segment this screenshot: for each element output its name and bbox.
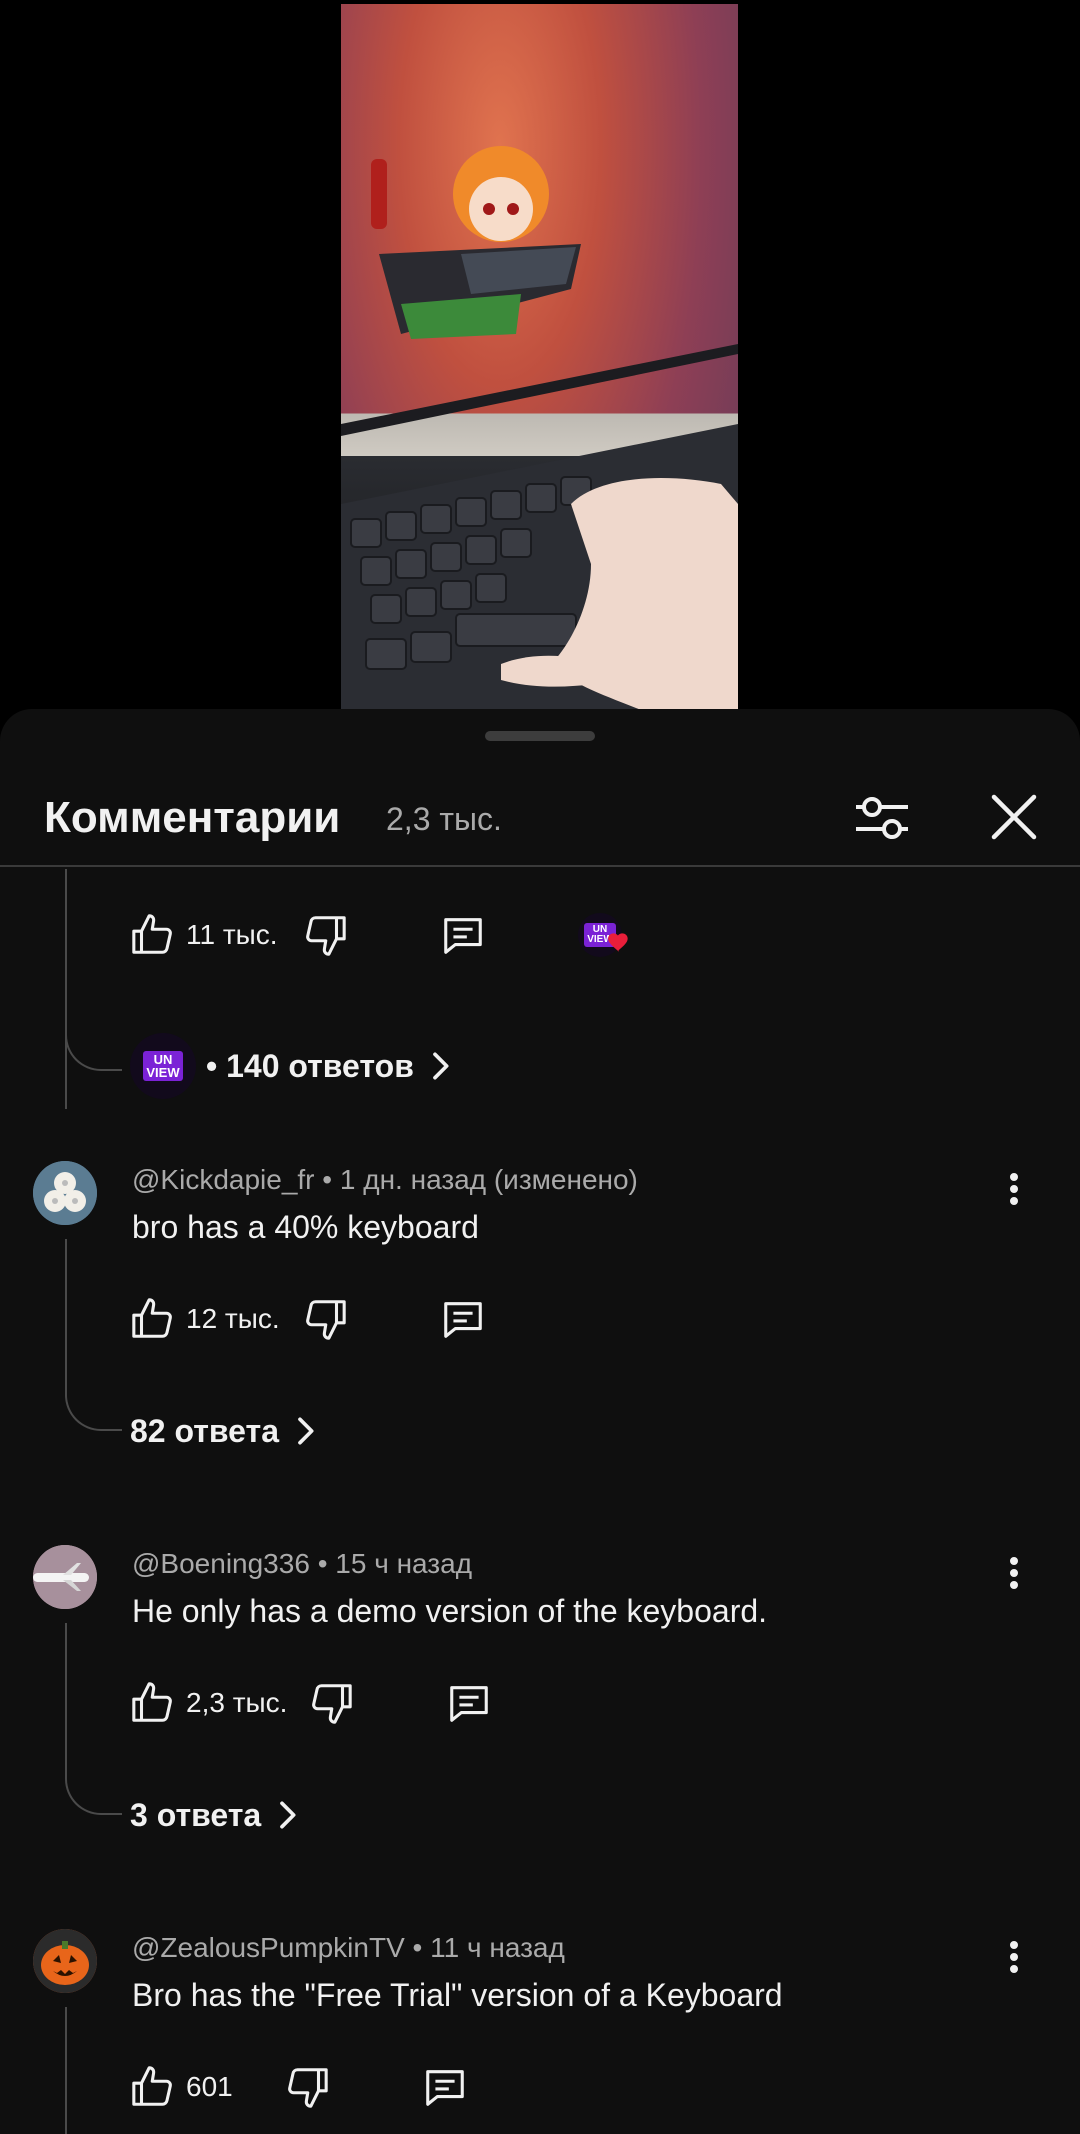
comment-author[interactable]: @Boening336 bbox=[132, 1548, 310, 1579]
heart-icon bbox=[608, 933, 628, 952]
chevron-right-icon bbox=[298, 1417, 314, 1445]
dislike-button[interactable] bbox=[302, 1289, 348, 1349]
like-count: 601 bbox=[186, 2071, 233, 2102]
filter-button[interactable] bbox=[846, 781, 918, 853]
comment-time: 15 ч назад bbox=[335, 1548, 473, 1579]
meta-separator: • bbox=[317, 1548, 328, 1579]
avatar[interactable] bbox=[33, 1929, 97, 1993]
comments-sheet: Комментарии 2,3 тыс. 11 тыс. UN VIEW UN … bbox=[0, 709, 1080, 2134]
comments-title: Комментарии bbox=[44, 793, 341, 842]
thread-line bbox=[65, 1623, 67, 1773]
pinned-replies-link[interactable]: UN VIEW • 140 ответов bbox=[130, 1031, 460, 1101]
comment-time: 1 дн. назад (изменено) bbox=[339, 1164, 638, 1195]
thumb-down-icon bbox=[288, 2068, 328, 2108]
thumb-up-icon bbox=[132, 1682, 172, 1722]
thread-line bbox=[65, 1239, 67, 1389]
thumb-up-icon bbox=[132, 914, 172, 954]
comment-meta: @Kickdapie_fr • 1 дн. назад (изменено) bbox=[132, 1164, 638, 1196]
thread-branch bbox=[65, 1029, 122, 1071]
thread-line bbox=[65, 869, 67, 1109]
comment-actions: 601 bbox=[130, 2057, 630, 2117]
thread-branch bbox=[65, 1389, 122, 1431]
thumb-up-icon bbox=[132, 1298, 172, 1338]
creator-logo: UN VIEW bbox=[143, 1051, 183, 1081]
comment-text: Bro has the "Free Trial" version of a Ke… bbox=[132, 1977, 783, 2013]
like-button[interactable]: 601 bbox=[130, 2057, 233, 2117]
comment-meta: @ZealousPumpkinTV • 11 ч назад bbox=[132, 1932, 565, 1964]
comment-menu-button[interactable] bbox=[996, 1927, 1032, 1987]
pinned-comment-actions: 11 тыс. UN VIEW bbox=[130, 905, 1030, 965]
close-icon bbox=[991, 794, 1037, 840]
more-vert-icon bbox=[1010, 1557, 1018, 1589]
like-count: 12 тыс. bbox=[186, 1303, 280, 1334]
video-player-area[interactable] bbox=[0, 0, 1080, 715]
comment-actions: 2,3 тыс. bbox=[130, 1673, 630, 1733]
reply-button[interactable] bbox=[440, 1289, 486, 1349]
thread-branch bbox=[65, 1773, 122, 1815]
toilet-paper-avatar-image bbox=[33, 1161, 97, 1225]
comment-meta: @Boening336 • 15 ч назад bbox=[132, 1548, 472, 1580]
more-vert-icon bbox=[1010, 1941, 1018, 1973]
avatar[interactable] bbox=[33, 1161, 97, 1225]
comment-menu-button[interactable] bbox=[996, 1543, 1032, 1603]
comment-icon bbox=[444, 1302, 482, 1338]
sliders-icon bbox=[856, 797, 908, 839]
creator-heart-badge: UN VIEW bbox=[578, 905, 628, 965]
replies-count: 82 ответа bbox=[130, 1412, 279, 1449]
dislike-button[interactable] bbox=[308, 1673, 354, 1733]
replies-count: 3 ответа bbox=[130, 1796, 262, 1833]
pumpkin-avatar-image bbox=[33, 1929, 97, 1993]
replies-count: • 140 ответов bbox=[206, 1047, 414, 1084]
like-button[interactable]: 2,3 тыс. bbox=[130, 1673, 287, 1733]
comment-text: He only has a demo version of the keyboa… bbox=[132, 1593, 768, 1629]
drag-handle[interactable] bbox=[485, 731, 595, 741]
thumb-up-icon bbox=[132, 2066, 172, 2106]
like-button[interactable]: 11 тыс. bbox=[130, 905, 278, 965]
thumb-down-icon bbox=[312, 1684, 352, 1724]
comment-text: bro has a 40% keyboard bbox=[132, 1209, 479, 1245]
comments-header: Комментарии 2,3 тыс. bbox=[0, 769, 1080, 867]
comments-count: 2,3 тыс. bbox=[386, 801, 502, 837]
comment-time: 11 ч назад bbox=[430, 1932, 565, 1963]
comment-icon bbox=[450, 1686, 488, 1722]
replies-link[interactable]: 82 ответа bbox=[130, 1403, 325, 1459]
creator-avatar: UN VIEW bbox=[130, 1033, 196, 1099]
avatar[interactable] bbox=[33, 1545, 97, 1609]
video-thumbnail[interactable] bbox=[341, 4, 738, 710]
thumb-down-icon bbox=[306, 916, 346, 956]
dislike-button[interactable] bbox=[284, 2057, 330, 2117]
reply-button[interactable] bbox=[440, 905, 486, 965]
like-button[interactable]: 12 тыс. bbox=[130, 1289, 280, 1349]
comment-author[interactable]: @Kickdapie_fr bbox=[132, 1164, 315, 1195]
comment-menu-button[interactable] bbox=[996, 1159, 1032, 1219]
chevron-right-icon bbox=[280, 1801, 296, 1829]
dislike-button[interactable] bbox=[302, 905, 348, 965]
comment-author[interactable]: @ZealousPumpkinTV bbox=[132, 1932, 405, 1963]
comment-actions: 12 тыс. bbox=[130, 1289, 630, 1349]
chevron-right-icon bbox=[433, 1052, 449, 1080]
meta-separator: • bbox=[412, 1932, 423, 1963]
meta-separator: • bbox=[322, 1164, 333, 1195]
more-vert-icon bbox=[1010, 1173, 1018, 1205]
reply-button[interactable] bbox=[422, 2057, 468, 2117]
airplane-avatar-image bbox=[33, 1545, 97, 1609]
like-count: 11 тыс. bbox=[186, 919, 278, 950]
video-scene-illustration bbox=[341, 146, 738, 710]
comment-icon bbox=[444, 918, 482, 954]
comment-icon bbox=[426, 2070, 464, 2106]
replies-link[interactable]: 3 ответа bbox=[130, 1787, 307, 1843]
reply-button[interactable] bbox=[446, 1673, 492, 1733]
like-count: 2,3 тыс. bbox=[186, 1687, 288, 1718]
thumb-down-icon bbox=[306, 1300, 346, 1340]
close-button[interactable] bbox=[978, 781, 1050, 853]
thread-line bbox=[65, 2007, 67, 2134]
